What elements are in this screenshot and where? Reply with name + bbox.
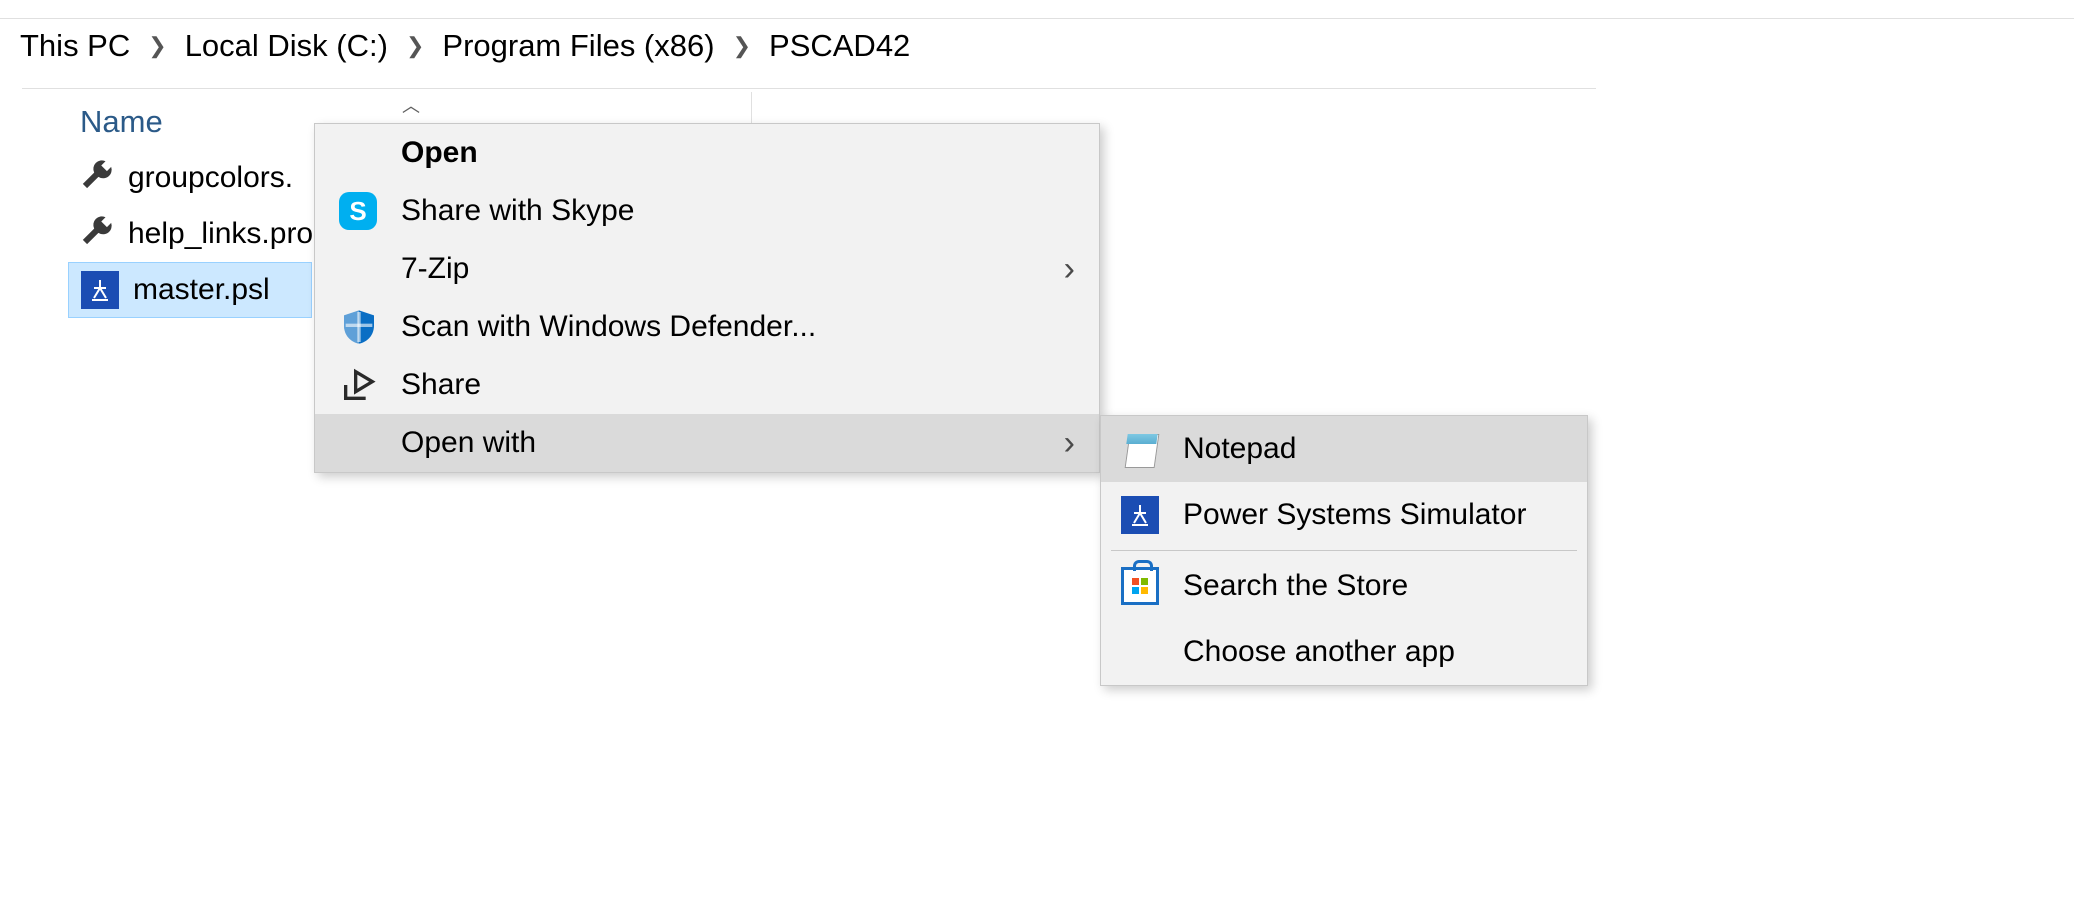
skype-icon: S (339, 192, 387, 230)
submenu-label: Power Systems Simulator (1183, 498, 1526, 532)
menu-label: Scan with Windows Defender... (401, 310, 816, 344)
menu-share[interactable]: Share (315, 356, 1099, 414)
open-with-submenu: Notepad Power Systems Simulator Search t… (1100, 415, 1588, 686)
chevron-right-icon[interactable]: ❯ (406, 33, 424, 59)
menu-label: Open with (401, 426, 536, 460)
menu-label: 7-Zip (401, 252, 469, 286)
submenu-label: Choose another app (1183, 635, 1455, 669)
column-header-name[interactable]: Name (80, 104, 163, 140)
notepad-icon (1121, 430, 1169, 468)
defender-shield-icon (339, 307, 387, 347)
menu-7zip[interactable]: 7-Zip › (315, 240, 1099, 298)
submenu-label: Notepad (1183, 432, 1296, 466)
menu-label: Share (401, 368, 481, 402)
store-icon (1121, 567, 1169, 605)
breadcrumb-item[interactable]: Program Files (x86) (442, 28, 714, 64)
menu-open[interactable]: Open (315, 124, 1099, 182)
menu-defender[interactable]: Scan with Windows Defender... (315, 298, 1099, 356)
chevron-right-icon: › (1064, 424, 1075, 463)
menu-share-skype[interactable]: S Share with Skype (315, 182, 1099, 240)
submenu-power-systems-simulator[interactable]: Power Systems Simulator (1101, 482, 1587, 548)
submenu-label: Search the Store (1183, 569, 1408, 603)
sort-ascending-icon[interactable]: ︿ (402, 92, 420, 118)
submenu-search-store[interactable]: Search the Store (1101, 553, 1587, 619)
chevron-right-icon: › (1064, 250, 1075, 289)
top-divider (0, 18, 2074, 19)
submenu-choose-another-app[interactable]: Choose another app (1101, 619, 1587, 685)
psl-file-icon (81, 271, 119, 309)
submenu-divider (1111, 550, 1577, 551)
breadcrumb-item[interactable]: This PC (20, 28, 130, 64)
file-row-selected[interactable]: master.psl (68, 262, 312, 318)
breadcrumb-item[interactable]: Local Disk (C:) (185, 28, 388, 64)
file-name: master.psl (133, 273, 270, 307)
chevron-right-icon[interactable]: ❯ (733, 33, 751, 59)
header-divider (22, 88, 1596, 89)
context-menu: Open S Share with Skype 7-Zip › Scan wit… (314, 123, 1100, 473)
psl-file-icon (1121, 496, 1169, 534)
breadcrumb-item[interactable]: PSCAD42 (769, 28, 910, 64)
breadcrumb: This PC ❯ Local Disk (C:) ❯ Program File… (20, 28, 910, 64)
menu-label: Share with Skype (401, 194, 634, 228)
wrench-icon (80, 213, 114, 255)
share-icon (339, 365, 387, 405)
wrench-icon (80, 157, 114, 199)
file-name: help_links.pro (128, 217, 313, 251)
menu-label: Open (401, 136, 478, 170)
submenu-notepad[interactable]: Notepad (1101, 416, 1587, 482)
menu-open-with[interactable]: Open with › (315, 414, 1099, 472)
file-name: groupcolors. (128, 161, 293, 195)
chevron-right-icon[interactable]: ❯ (148, 33, 166, 59)
